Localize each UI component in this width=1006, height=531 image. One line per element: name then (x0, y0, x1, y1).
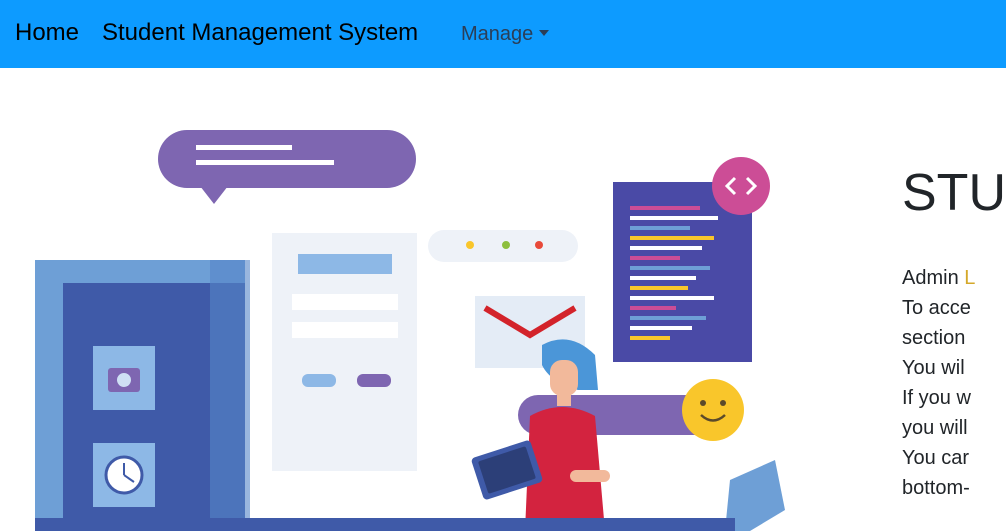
hero-illustration (35, 130, 785, 531)
code-icon (712, 157, 770, 215)
list-item-text: section (902, 327, 966, 349)
list-item: To acce section (902, 293, 1006, 353)
list-item-text: you will (902, 417, 968, 439)
list-item-text: If you w (902, 387, 971, 409)
speech-bubble (158, 130, 416, 204)
desk-base (35, 518, 735, 531)
smiley-icon (682, 379, 744, 441)
page-heading: STU (902, 164, 1006, 222)
list-item: If you w you will (902, 383, 1006, 443)
list-item: Admin L (902, 263, 1006, 293)
list-item: You car bottom- (902, 443, 1006, 503)
chevron-down-icon (539, 29, 550, 36)
home-link[interactable]: Home (15, 19, 79, 47)
manage-label: Manage (461, 23, 534, 45)
camera-icon (93, 346, 155, 410)
list-item-text: You car (902, 447, 970, 469)
list-item-text: Admin (902, 267, 965, 289)
list-item-highlight: L (964, 267, 976, 289)
person-figure (471, 339, 610, 531)
clock-icon (93, 443, 155, 507)
top-navbar: Home Student Management System Manage (0, 0, 1006, 68)
form-panel (272, 233, 417, 471)
list-item-text: You wil (902, 357, 965, 379)
info-list: Admin L To acce section You wil If you w y… (902, 263, 1006, 503)
info-section: STU Admin L To acce section You wil If yo… (902, 150, 1006, 531)
manage-dropdown[interactable]: Manage (461, 22, 550, 46)
browser-bar (428, 230, 578, 262)
list-item: You wil (902, 353, 1006, 383)
brand-link[interactable]: Student Management System (102, 19, 418, 47)
list-item-text: bottom- (902, 477, 970, 499)
list-item-text: To acce (902, 297, 971, 319)
